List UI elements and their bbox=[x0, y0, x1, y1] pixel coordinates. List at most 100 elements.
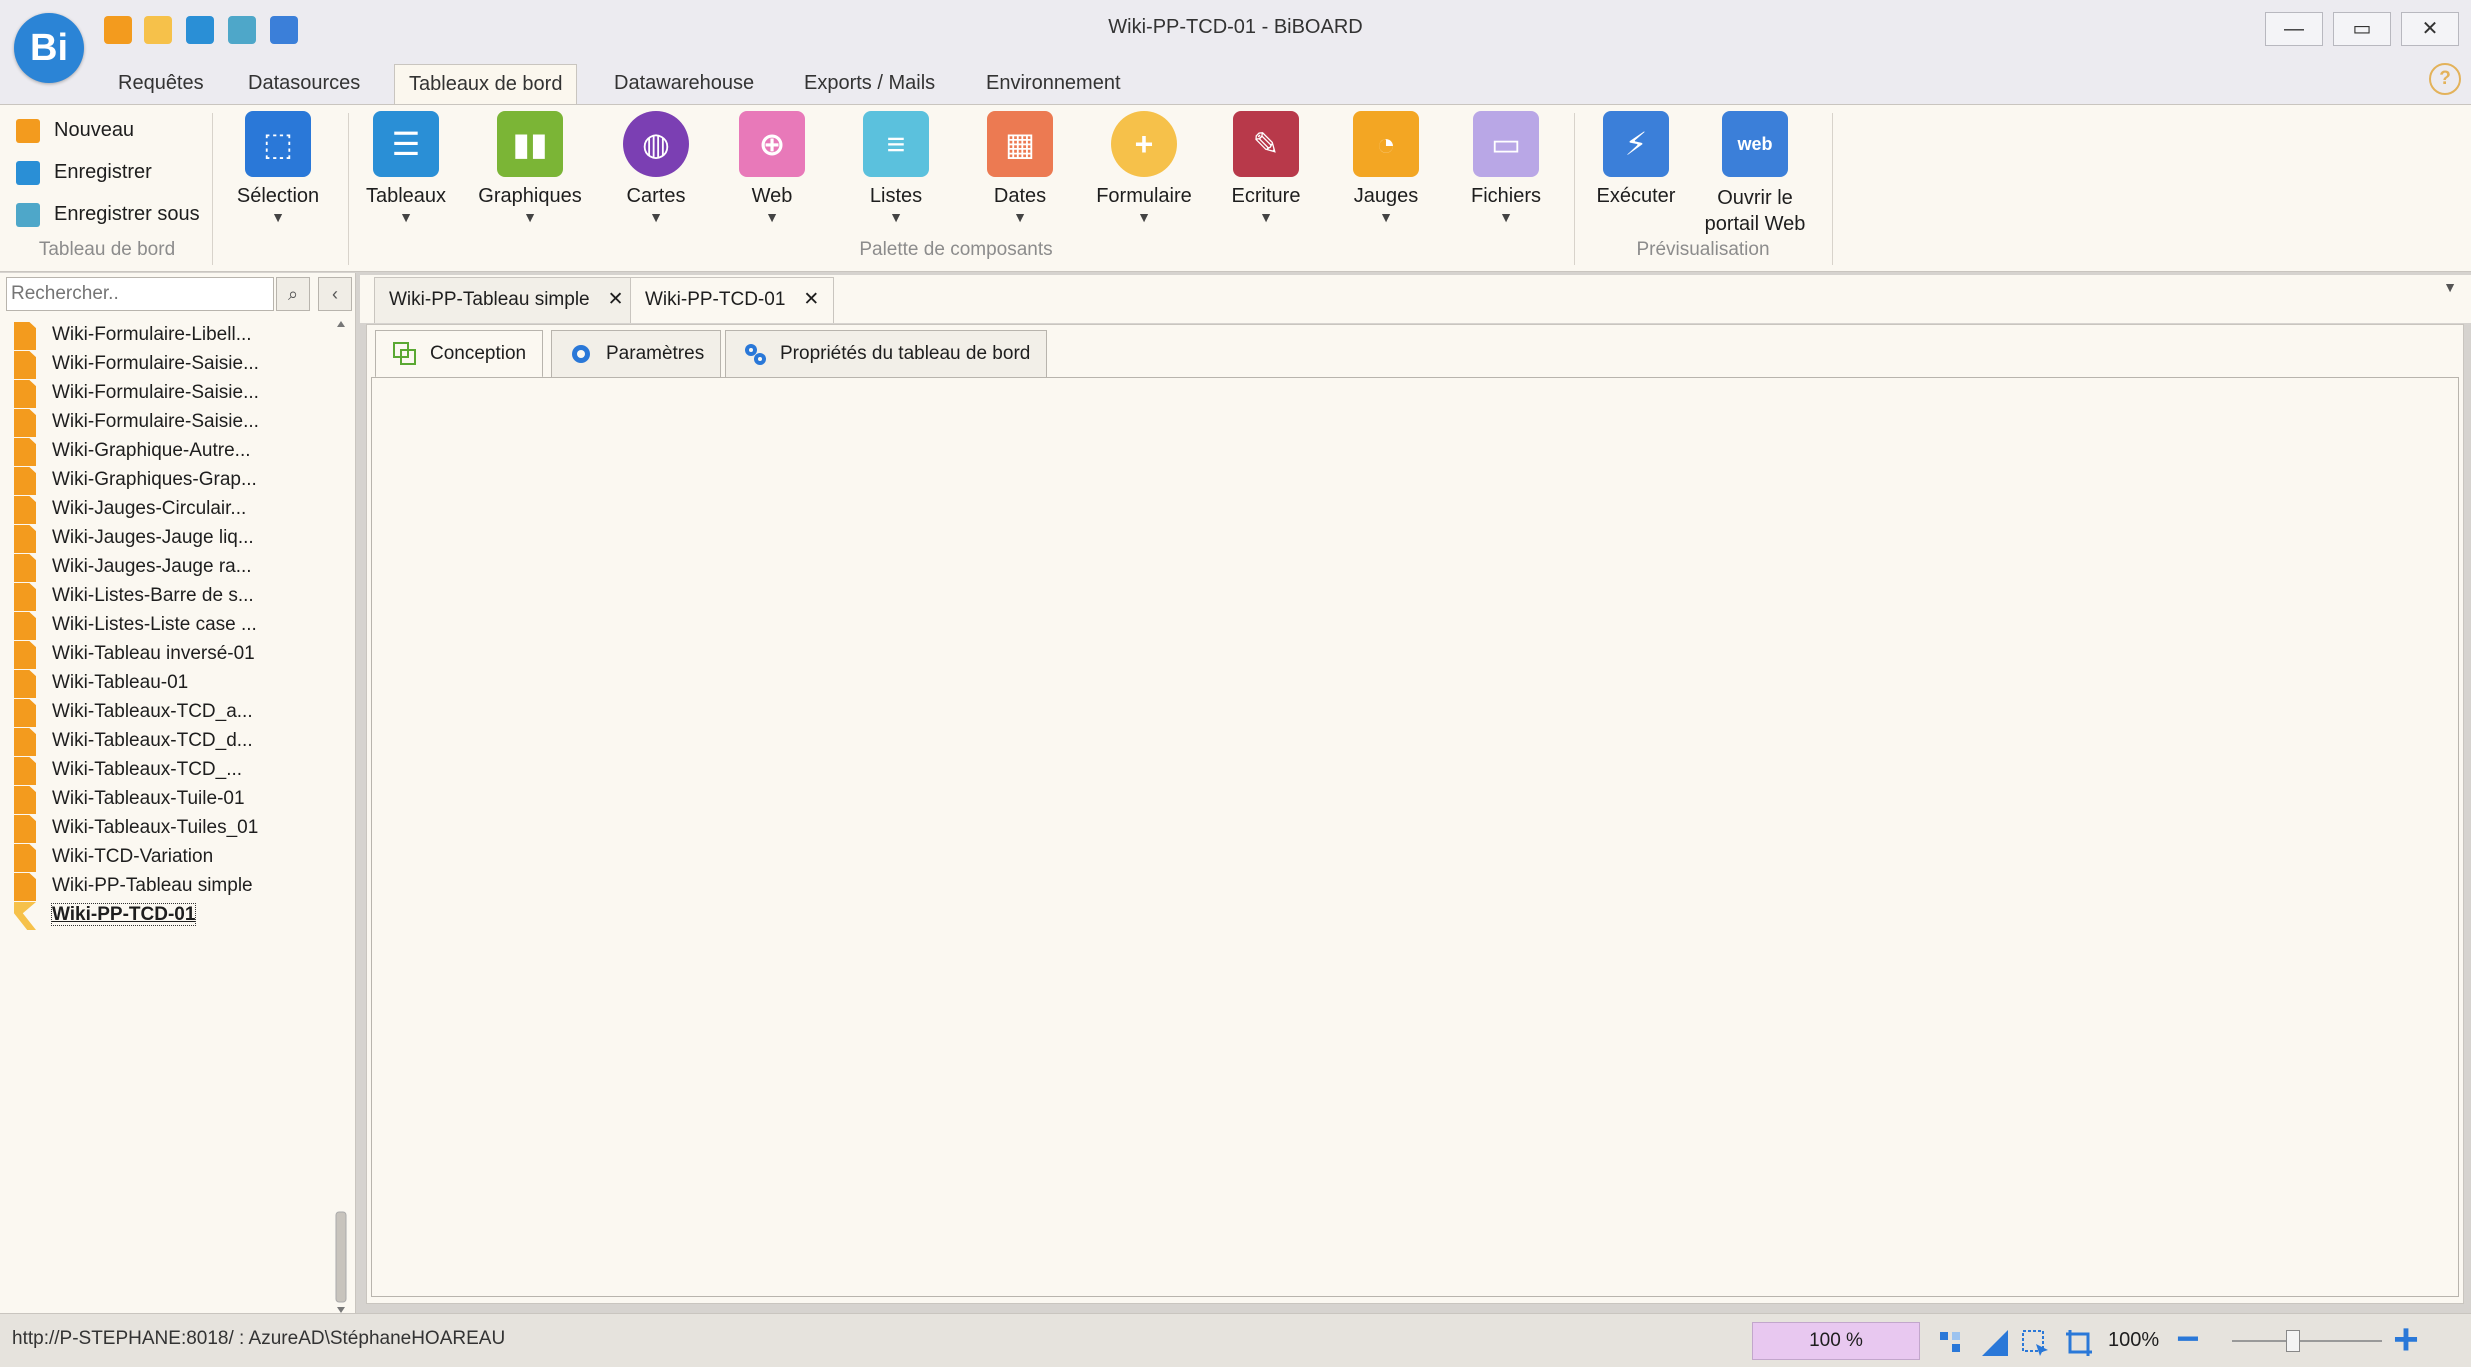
save-button[interactable]: Enregistrer bbox=[16, 155, 152, 189]
fichiers-label: Fichiers bbox=[1470, 185, 1541, 207]
jauges-label: Jauges bbox=[1353, 185, 1419, 207]
ribbon-tabs: Requêtes Datasources Tableaux de bord Da… bbox=[0, 58, 2471, 104]
tab-requetes[interactable]: Requêtes bbox=[104, 64, 218, 104]
file-icon bbox=[14, 728, 36, 756]
design-icon bbox=[393, 341, 416, 365]
web-button[interactable]: ⊕ Web ▼ bbox=[722, 111, 822, 224]
file-icon bbox=[14, 612, 36, 640]
tab-exports-mails[interactable]: Exports / Mails bbox=[790, 64, 949, 104]
tab-tableaux-de-bord[interactable]: Tableaux de bord bbox=[394, 64, 578, 104]
cartes-button[interactable]: ◍ Cartes ▼ bbox=[606, 111, 706, 224]
dates-button[interactable]: ▦ Dates ▼ bbox=[970, 111, 1070, 224]
preview-group-label: Prévisualisation bbox=[1636, 239, 1770, 260]
list-item-selected[interactable]: Wiki-PP-TCD-01 bbox=[14, 897, 197, 933]
minimize-button[interactable]: — bbox=[2265, 12, 2323, 46]
tab-datasources[interactable]: Datasources bbox=[234, 64, 374, 104]
tab-wiki-pp-tcd-01[interactable]: Wiki-PP-TCD-01 ✕ bbox=[630, 277, 835, 323]
file-icon bbox=[14, 844, 36, 872]
open-portal-line1: Ouvrir le bbox=[1717, 187, 1793, 209]
globe-map-icon: ◍ bbox=[623, 111, 689, 177]
tab-parametres[interactable]: Paramètres bbox=[551, 330, 722, 378]
zoom-slider-track[interactable] bbox=[2232, 1340, 2382, 1342]
tab-label: Paramètres bbox=[606, 343, 705, 364]
tab-wiki-pp-tableau-simple[interactable]: Wiki-PP-Tableau simple ✕ bbox=[374, 277, 639, 323]
close-icon[interactable]: ✕ bbox=[608, 289, 624, 310]
chevron-down-icon: ▼ bbox=[1137, 209, 1151, 225]
search-input[interactable] bbox=[6, 277, 274, 311]
ecriture-button[interactable]: ✎ Ecriture ▼ bbox=[1216, 111, 1316, 224]
open-web-portal-button[interactable]: web Ouvrir le portail Web bbox=[1692, 111, 1818, 237]
zoom-in-button[interactable]: + bbox=[2386, 1318, 2426, 1362]
tab-conception[interactable]: Conception bbox=[375, 330, 544, 378]
tab-proprietes[interactable]: Propriétés du tableau de bord bbox=[725, 330, 1048, 378]
zoom-percentage-box[interactable]: 100 % bbox=[1752, 1322, 1920, 1360]
gauge-icon: ◔ bbox=[1353, 111, 1419, 177]
snap-grid-icon[interactable] bbox=[1936, 1328, 1966, 1358]
dashboard-tree: Wiki-Formulaire-Libell... Wiki-Formulair… bbox=[0, 317, 340, 1307]
tableaux-button[interactable]: ☰ Tableaux ▼ bbox=[356, 111, 456, 224]
biboard-logo[interactable]: Bi bbox=[14, 13, 84, 83]
file-icon bbox=[14, 815, 36, 843]
table-icon: ☰ bbox=[373, 111, 439, 177]
window-title: Wiki-PP-TCD-01 - BiBOARD bbox=[1108, 16, 1363, 38]
chevron-down-icon: ▼ bbox=[399, 209, 413, 225]
binoculars-icon[interactable]: ⌕ bbox=[276, 277, 310, 311]
file-icon bbox=[14, 525, 36, 553]
crop-icon[interactable] bbox=[2064, 1328, 2094, 1358]
tab-label: Conception bbox=[430, 343, 527, 364]
chevron-down-icon: ▼ bbox=[1259, 209, 1273, 225]
new-button[interactable]: Nouveau bbox=[16, 113, 134, 147]
status-bar: http://P-STEPHANE:8018/ : AzureAD\Stépha… bbox=[0, 1313, 2471, 1367]
plus-circle-icon: + bbox=[1111, 111, 1177, 177]
zoom-level: 100% bbox=[2108, 1329, 2160, 1351]
maximize-button[interactable]: ▭ bbox=[2333, 12, 2391, 46]
web-portal-icon: web bbox=[1722, 111, 1788, 177]
tab-environnement[interactable]: Environnement bbox=[972, 64, 1135, 104]
graphiques-button[interactable]: ▮▮ Graphiques ▼ bbox=[472, 111, 588, 224]
fichiers-button[interactable]: ▭ Fichiers ▼ bbox=[1456, 111, 1556, 224]
file-icon bbox=[14, 496, 36, 524]
file-icon bbox=[14, 873, 36, 901]
zoom-out-button[interactable]: − bbox=[2170, 1319, 2206, 1359]
save-icon bbox=[16, 161, 40, 185]
file-icon bbox=[14, 351, 36, 379]
document-tabs: Wiki-PP-Tableau simple ✕ Wiki-PP-TCD-01 ✕ … bbox=[360, 275, 2471, 323]
diagonal-icon[interactable] bbox=[1980, 1328, 2010, 1358]
calendar-icon: ▦ bbox=[987, 111, 1053, 177]
zoom-slider-thumb[interactable] bbox=[2286, 1330, 2300, 1352]
file-group-label: Tableau de bord bbox=[38, 239, 176, 260]
graphiques-label: Graphiques bbox=[478, 185, 582, 207]
select-grid-icon[interactable] bbox=[2020, 1328, 2050, 1358]
file-icon bbox=[14, 583, 36, 611]
gears-icon bbox=[745, 343, 766, 365]
web-globe-icon: ⊕ bbox=[739, 111, 805, 177]
selection-button[interactable]: ⬚ Sélection ▼ bbox=[228, 111, 328, 224]
ecriture-label: Ecriture bbox=[1231, 185, 1301, 207]
palette-group-label: Palette de composants bbox=[859, 239, 1053, 260]
file-icon bbox=[14, 699, 36, 727]
tab-datawarehouse[interactable]: Datawarehouse bbox=[600, 64, 768, 104]
tabs-overflow-icon[interactable]: ▼ bbox=[2443, 279, 2457, 295]
cartes-label: Cartes bbox=[626, 185, 686, 207]
close-button[interactable]: ✕ bbox=[2401, 12, 2459, 46]
dates-label: Dates bbox=[993, 185, 1047, 207]
tab-label: Wiki-PP-TCD-01 bbox=[645, 289, 786, 310]
chevron-down-icon: ▼ bbox=[765, 209, 779, 225]
chevron-left-icon[interactable]: ‹ bbox=[318, 277, 352, 311]
open-portal-line2: portail Web bbox=[1704, 213, 1806, 235]
tableaux-label: Tableaux bbox=[365, 185, 447, 207]
help-icon[interactable]: ? bbox=[2429, 63, 2461, 95]
bar-chart-icon: ▮▮ bbox=[497, 111, 563, 177]
jauges-button[interactable]: ◔ Jauges ▼ bbox=[1336, 111, 1436, 224]
save-as-button[interactable]: Enregistrer sous bbox=[16, 197, 200, 231]
design-canvas[interactable] bbox=[371, 377, 2459, 1297]
formulaire-button[interactable]: + Formulaire ▼ bbox=[1086, 111, 1202, 224]
save-label: Enregistrer bbox=[54, 161, 152, 183]
listes-button[interactable]: ≡ Listes ▼ bbox=[846, 111, 946, 224]
connection-status: http://P-STEPHANE:8018/ : AzureAD\Stépha… bbox=[12, 1328, 506, 1349]
execute-button[interactable]: ⚡ Exécuter bbox=[1586, 111, 1686, 208]
tree-scrollbar[interactable] bbox=[332, 317, 350, 1317]
file-icon bbox=[14, 786, 36, 814]
close-icon[interactable]: ✕ bbox=[803, 289, 819, 310]
lightning-icon: ⚡ bbox=[1603, 111, 1669, 177]
